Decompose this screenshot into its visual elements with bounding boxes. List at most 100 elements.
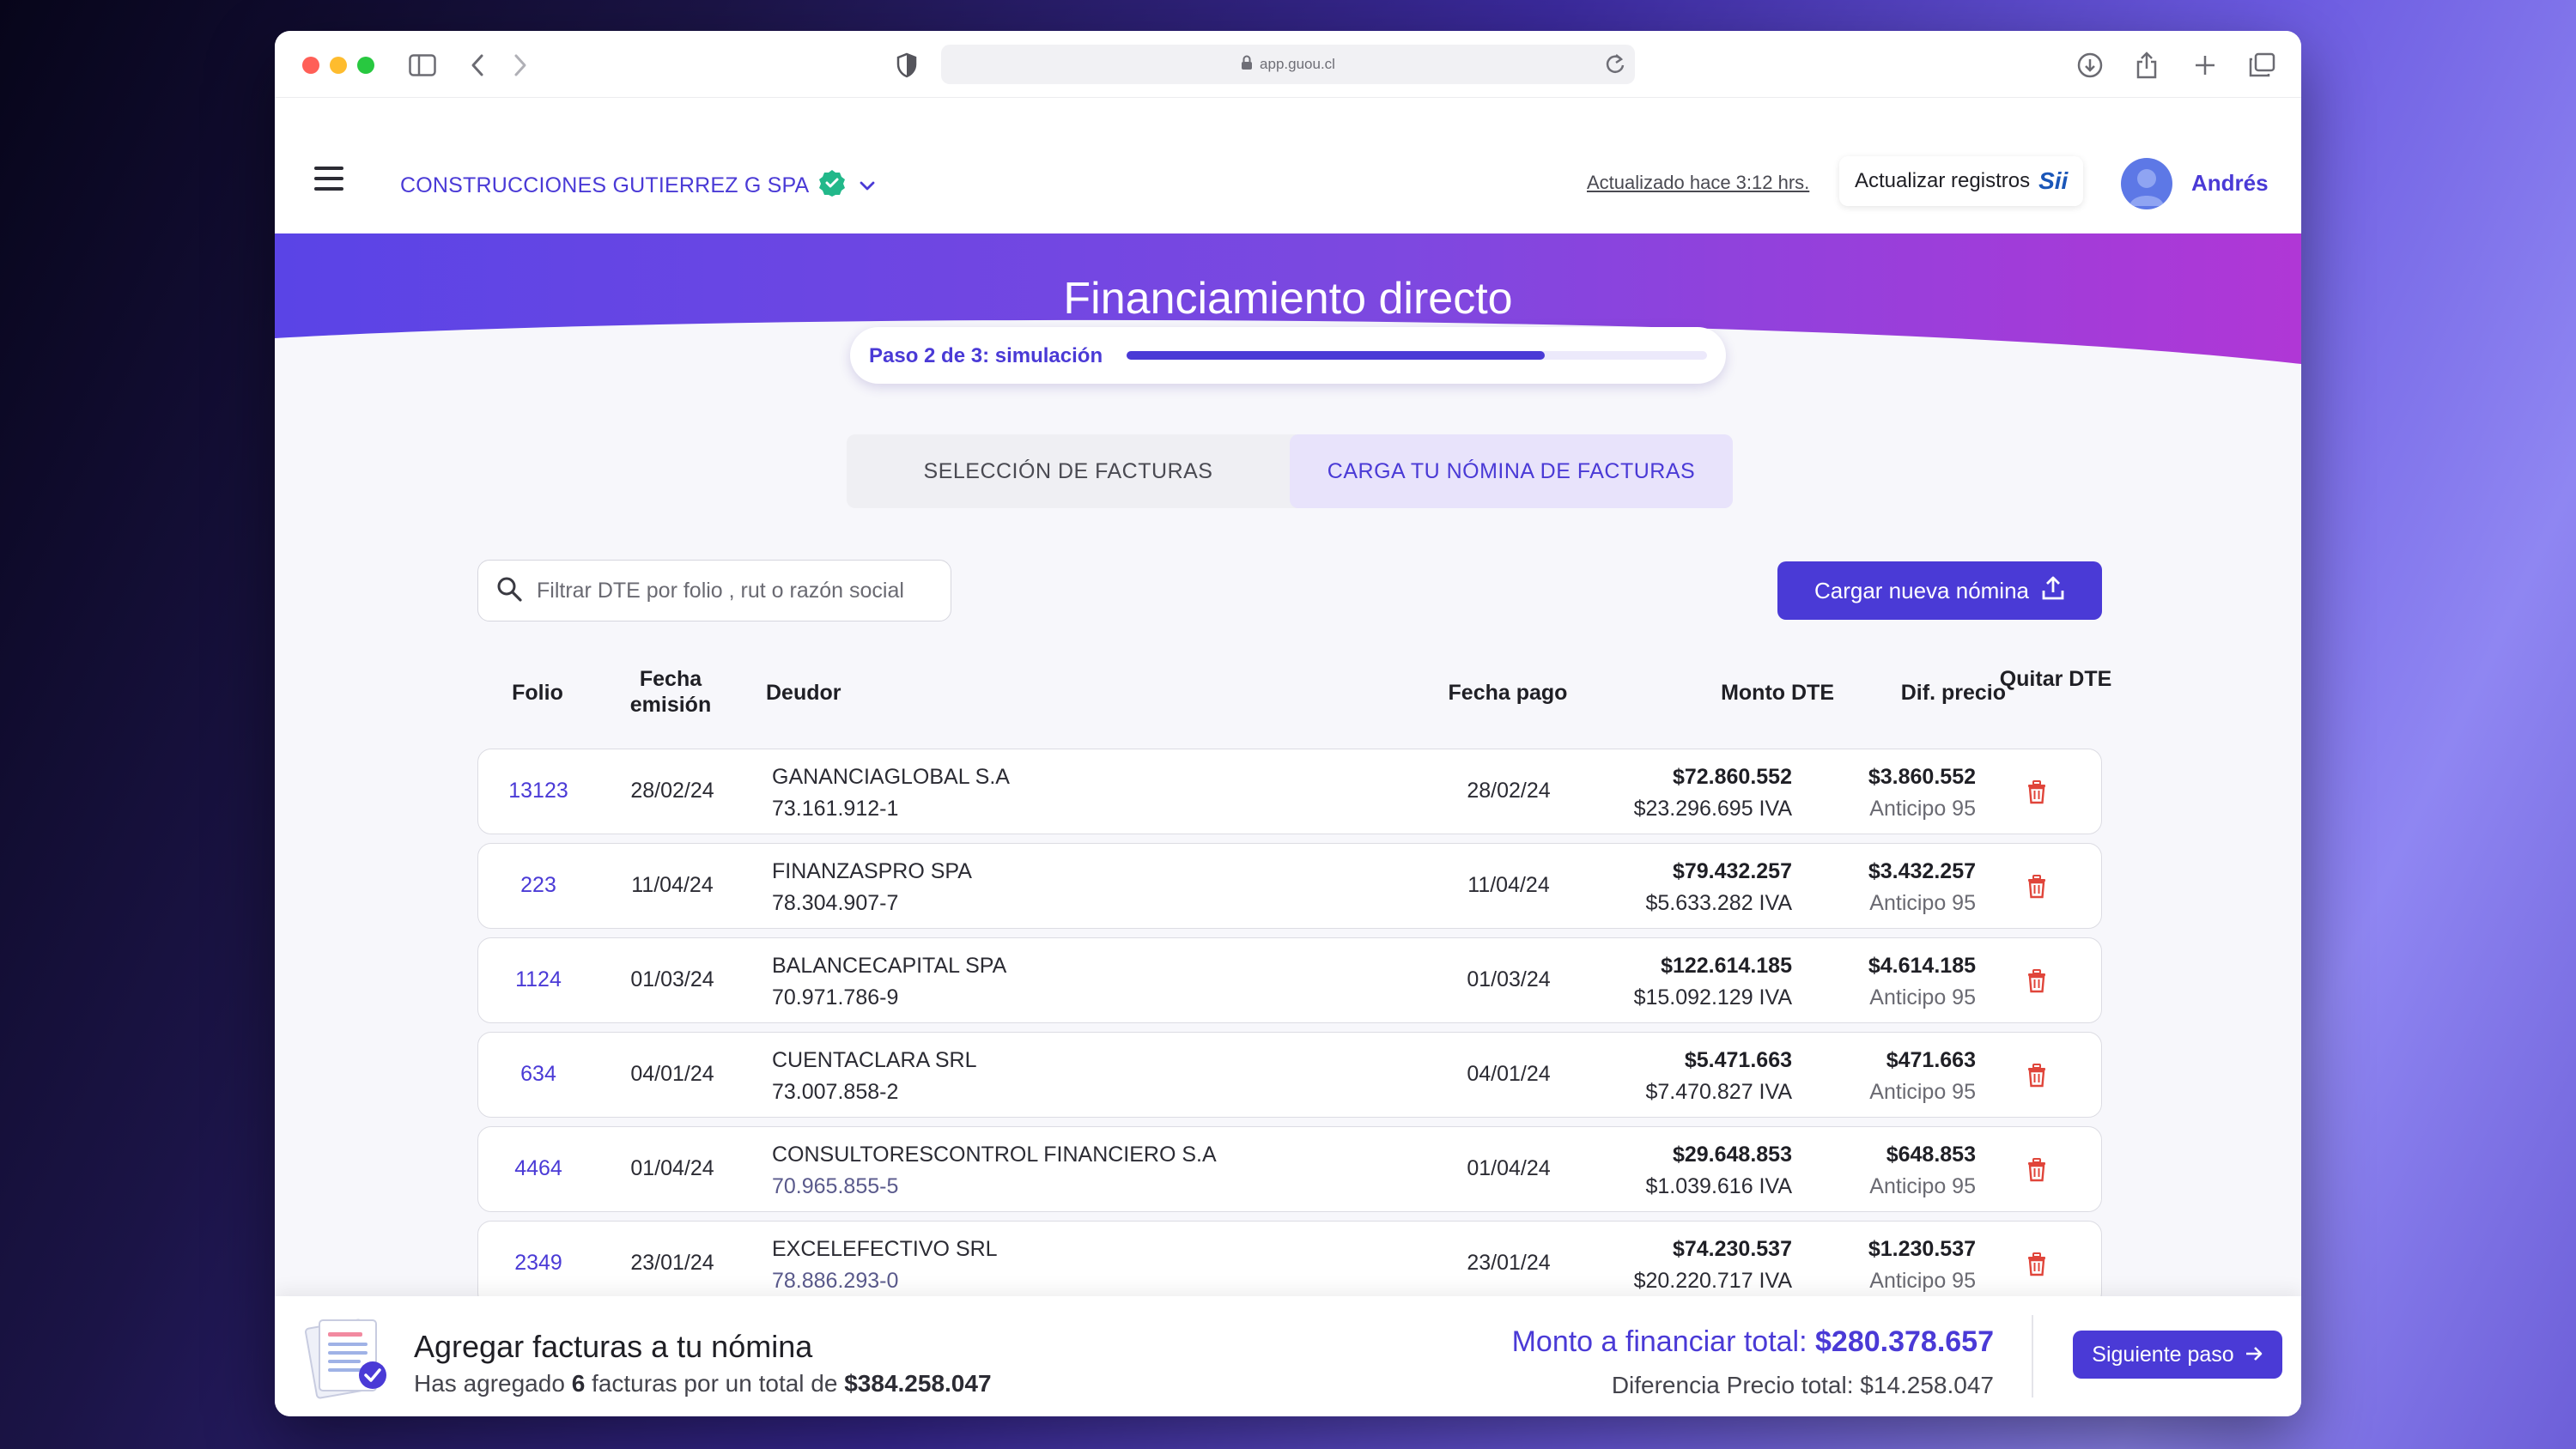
- search-input[interactable]: Filtrar DTE por folio , rut o razón soci…: [477, 560, 951, 621]
- last-updated-link[interactable]: Actualizado hace 3:12 hrs.: [1587, 172, 1809, 194]
- back-icon[interactable]: [460, 48, 495, 82]
- financing-total-value: $280.378.657: [1815, 1325, 1994, 1358]
- step-label: Paso 2 de 3: simulación: [869, 344, 1103, 367]
- update-records-button[interactable]: Actualizar registros Sii: [1839, 156, 2084, 206]
- dif-cell: $1.230.537 Anticipo 95: [1868, 1234, 1976, 1297]
- deudor-rut: 70.965.855-5: [772, 1174, 899, 1198]
- next-step-button[interactable]: Siguiente paso: [2073, 1331, 2282, 1379]
- menu-icon[interactable]: [314, 167, 343, 191]
- dif-precio: $471.663: [1886, 1048, 1976, 1072]
- address-bar[interactable]: app.guou.cl: [941, 45, 1635, 84]
- table-row[interactable]: 4464 01/04/24 CONSULTORESCONTROL FINANCIER…: [477, 1126, 2102, 1212]
- table-row[interactable]: 2349 23/01/24 EXCELEFECTIVO SRL 78.886.293-…: [477, 1221, 2102, 1307]
- step-progress-track: [1127, 351, 1707, 360]
- avatar[interactable]: [2121, 158, 2172, 209]
- deudor-cell: CONSULTORESCONTROL FINANCIERO S.A 70.965.…: [772, 1139, 1217, 1203]
- search-icon: [495, 575, 523, 607]
- monto-iva: $23.296.695 IVA: [1633, 797, 1792, 821]
- deudor-name: GANANCIAGLOBAL S.A: [772, 765, 1010, 789]
- new-tab-icon[interactable]: [2188, 48, 2222, 82]
- deudor-name: BALANCECAPITAL SPA: [772, 954, 1007, 978]
- header-quitar-dte: Quitar DTE: [1999, 667, 2112, 691]
- deudor-cell: BALANCECAPITAL SPA 70.971.786-9: [772, 950, 1006, 1014]
- dif-cell: $471.663 Anticipo 95: [1869, 1045, 1976, 1108]
- browser-window: app.guou.cl CONSTRUCCIONES GUTIERREZ G S…: [275, 31, 2301, 1416]
- sidebar-toggle-icon[interactable]: [405, 48, 440, 82]
- table-row[interactable]: 223 11/04/24 FINANZASPRO SPA 78.304.907-7 11…: [477, 843, 2102, 929]
- trash-icon[interactable]: [2026, 780, 2048, 804]
- trash-icon[interactable]: [2026, 875, 2048, 899]
- search-placeholder: Filtrar DTE por folio , rut o razón soci…: [537, 578, 904, 603]
- monto-dte: $72.860.552: [1672, 765, 1792, 789]
- dif-precio: $4.614.185: [1868, 954, 1976, 978]
- anticipo: Anticipo 95: [1869, 985, 1976, 1009]
- price-difference-total: Diferencia Precio total: $14.258.047: [1612, 1372, 1994, 1399]
- download-icon[interactable]: [2073, 48, 2107, 82]
- sii-logo: Sii: [2038, 167, 2069, 194]
- share-icon[interactable]: [2129, 48, 2164, 82]
- folio-link[interactable]: 13123: [478, 779, 598, 803]
- monto-cell: $5.471.663 $7.470.827 IVA: [1645, 1045, 1792, 1108]
- forward-icon[interactable]: [503, 48, 538, 82]
- upload-icon: [2041, 575, 2065, 607]
- upload-nomina-button[interactable]: Cargar nueva nómina: [1777, 561, 2102, 620]
- step-progress-card: Paso 2 de 3: simulación: [850, 327, 1726, 384]
- monto-dte: $5.471.663: [1684, 1048, 1792, 1072]
- table-row[interactable]: 1124 01/03/24 BALANCECAPITAL SPA 70.971.786…: [477, 937, 2102, 1023]
- trash-icon[interactable]: [2026, 1064, 2048, 1088]
- deudor-cell: GANANCIAGLOBAL S.A 73.161.912-1: [772, 761, 1010, 825]
- company-selector[interactable]: CONSTRUCCIONES GUTIERREZ G SPA: [400, 168, 876, 203]
- deudor-rut: 78.304.907-7: [772, 891, 899, 915]
- financing-total-label: Monto a financiar total:: [1511, 1325, 1807, 1358]
- minimize-window-button[interactable]: [330, 57, 347, 74]
- tabs-overview-icon[interactable]: [2245, 48, 2279, 82]
- folio-link[interactable]: 223: [478, 873, 598, 898]
- maximize-window-button[interactable]: [357, 57, 374, 74]
- monto-iva: $5.633.282 IVA: [1645, 891, 1792, 915]
- step-progress-fill: [1127, 351, 1545, 360]
- app-header: CONSTRUCCIONES GUTIERREZ G SPA Actualiza…: [275, 98, 2301, 233]
- deudor-name: CONSULTORESCONTROL FINANCIERO S.A: [772, 1143, 1217, 1167]
- fecha-pago: 01/03/24: [1467, 967, 1551, 991]
- deudor-cell: EXCELEFECTIVO SRL 78.886.293-0: [772, 1234, 998, 1297]
- monto-cell: $122.614.185 $15.092.129 IVA: [1634, 950, 1792, 1014]
- shield-icon[interactable]: [890, 48, 924, 82]
- company-name: CONSTRUCCIONES GUTIERREZ G SPA: [400, 173, 810, 197]
- header-fecha-emision: Fecha emisión: [629, 667, 712, 717]
- documents-illustration-icon: [294, 1312, 397, 1406]
- trash-icon[interactable]: [2026, 1252, 2048, 1276]
- fecha-pago: 11/04/24: [1467, 873, 1550, 897]
- table-row[interactable]: 634 04/01/24 CUENTACLARA SRL 73.007.858-2 04…: [477, 1032, 2102, 1118]
- reload-icon[interactable]: [1604, 52, 1626, 80]
- trash-icon[interactable]: [2026, 969, 2048, 993]
- tab-carga-nomina[interactable]: CARGA TU NÓMINA DE FACTURAS: [1290, 434, 1733, 508]
- price-difference-value: $14.258.047: [1860, 1372, 1994, 1398]
- anticipo: Anticipo 95: [1869, 1174, 1976, 1198]
- monto-dte: $74.230.537: [1672, 1237, 1792, 1261]
- header-monto-dte: Monto DTE: [1721, 681, 1834, 705]
- fecha-emision: 28/02/24: [630, 779, 714, 803]
- anticipo: Anticipo 95: [1869, 1269, 1976, 1293]
- close-window-button[interactable]: [302, 57, 319, 74]
- dif-cell: $3.860.552 Anticipo 95: [1868, 761, 1976, 825]
- price-difference-label: Diferencia Precio total:: [1611, 1372, 1854, 1398]
- fecha-emision: 23/01/24: [630, 1251, 714, 1275]
- browser-toolbar: app.guou.cl: [275, 31, 2301, 98]
- dif-precio: $648.853: [1886, 1143, 1976, 1167]
- footer-invoice-count: 6: [571, 1370, 586, 1397]
- footer-summary-middle: facturas por un total de: [592, 1370, 838, 1397]
- trash-icon[interactable]: [2026, 1158, 2048, 1182]
- folio-link[interactable]: 1124: [478, 967, 598, 992]
- folio-link[interactable]: 4464: [478, 1156, 598, 1181]
- arrow-right-icon: [2245, 1343, 2263, 1367]
- upload-nomina-label: Cargar nueva nómina: [1814, 577, 2030, 603]
- next-step-label: Siguiente paso: [2092, 1342, 2234, 1367]
- tab-seleccion-facturas[interactable]: SELECCIÓN DE FACTURAS: [847, 434, 1290, 508]
- user-name[interactable]: Andrés: [2191, 170, 2269, 197]
- folio-link[interactable]: 2349: [478, 1251, 598, 1276]
- folio-link[interactable]: 634: [478, 1062, 598, 1087]
- anticipo: Anticipo 95: [1869, 891, 1976, 915]
- update-records-label: Actualizar registros: [1855, 169, 2031, 192]
- table-row[interactable]: 13123 28/02/24 GANANCIAGLOBAL S.A 73.161.91…: [477, 749, 2102, 834]
- footer-summary-prefix: Has agregado: [414, 1370, 565, 1397]
